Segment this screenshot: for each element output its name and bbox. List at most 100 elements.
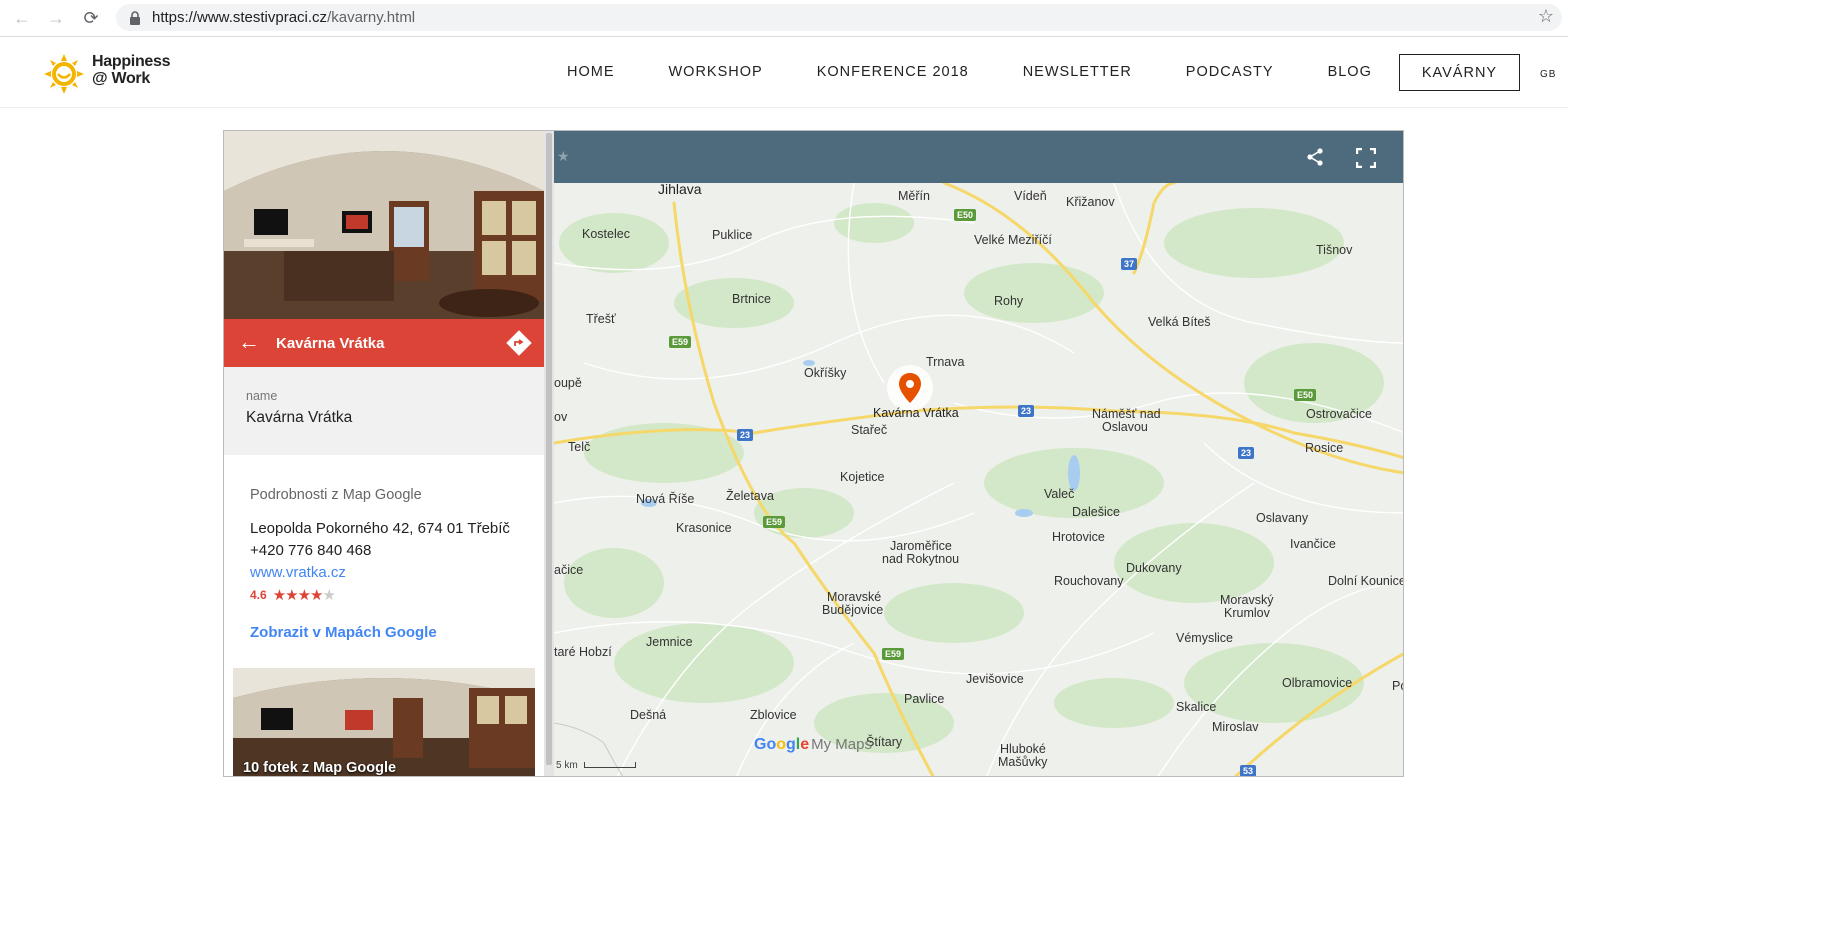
map-place-label: Měřín	[898, 189, 930, 203]
browser-toolbar: ← → ⟳ https://www.stestivpraci.cz/kavarn…	[0, 0, 1568, 37]
map-place-label: Miroslav	[1212, 720, 1259, 734]
place-photo[interactable]	[224, 131, 544, 319]
map-place-label: ov	[554, 410, 568, 424]
road-shield: E59	[669, 336, 692, 348]
address-text: Leopolda Pokorného 42, 674 01 Třebíč	[250, 520, 510, 537]
map-place-label: Želetava	[726, 489, 774, 503]
rating-row: 4.6 ★★★★★	[250, 586, 530, 604]
map-place-label: nad Rokytnou	[882, 552, 960, 566]
panel-scrollbar[interactable]	[544, 131, 554, 776]
map-place-label: Nová Říše	[636, 492, 695, 506]
map-place-label: Velké Meziříčí	[974, 233, 1052, 247]
nav-podcasty[interactable]: PODCASTY	[1159, 54, 1301, 91]
website-link[interactable]: www.vratka.cz	[250, 562, 530, 584]
map-place-label: Moravské	[827, 590, 882, 604]
location-pin-icon[interactable]	[897, 372, 923, 404]
address-bar[interactable]: https://www.stestivpraci.cz/kavarny.html…	[116, 4, 1562, 31]
directions-icon[interactable]	[506, 330, 532, 356]
map-place-label: Oslavany	[1256, 511, 1309, 525]
google-details: Podrobnosti z Map Google Leopolda Pokorn…	[250, 487, 530, 641]
map-place-label: Zblovice	[750, 708, 797, 722]
map-view[interactable]: ★ Jihlava Měřín Vídeň Křižanov Kostelec …	[554, 131, 1404, 776]
map-place-label: Jevišovice	[966, 672, 1024, 686]
road-shield: E50	[1294, 389, 1317, 401]
map-place-label: Tišnov	[1316, 243, 1353, 257]
map-tiles	[554, 183, 1403, 776]
nav-kavarny[interactable]: KAVÁRNY	[1398, 54, 1521, 91]
map-place-label: Dalešice	[1072, 505, 1120, 519]
map-place-label: Dešná	[630, 708, 667, 722]
sun-logo-icon[interactable]	[44, 54, 84, 94]
star-icon[interactable]: ★	[557, 148, 570, 165]
back-arrow-icon[interactable]: ←	[238, 329, 260, 355]
main-navigation: HOME WORKSHOP KONFERENCE 2018 NEWSLETTER…	[540, 54, 1521, 91]
name-value: Kavárna Vrátka	[246, 409, 353, 426]
url-host: https://www.stestivpraci.cz	[152, 9, 328, 26]
back-arrow-icon[interactable]: ←	[10, 6, 34, 30]
language-switch[interactable]: GB	[1540, 69, 1556, 80]
road-shield: E50	[954, 209, 977, 221]
view-in-google-maps-link[interactable]: Zobrazit v Mapách Google	[250, 624, 530, 641]
map-place-label: Křižanov	[1066, 195, 1115, 209]
nav-newsletter[interactable]: NEWSLETTER	[996, 54, 1159, 91]
nav-home[interactable]: HOME	[540, 54, 642, 91]
site-header: Happiness @ Work HOME WORKSHOP KONFERENC…	[0, 38, 1568, 108]
map-place-label: Telč	[568, 440, 591, 454]
map-place-label: Kostelec	[582, 227, 630, 241]
map-place-label: Náměšť nad	[1092, 407, 1161, 421]
reload-icon[interactable]: ⟳	[79, 6, 103, 30]
map-place-label: Třešť	[586, 312, 616, 326]
map-place-label: Kojetice	[840, 470, 885, 484]
map-place-label: Rouchovany	[1054, 574, 1124, 588]
map-place-label: Dolní Kounice	[1328, 574, 1404, 588]
map-place-label: Velká Bíteš	[1148, 315, 1211, 329]
photos-caption: 10 fotek z Map Google	[243, 760, 397, 776]
lock-icon	[130, 11, 140, 25]
logo-line-1: Happiness	[92, 53, 171, 70]
nav-konference[interactable]: KONFERENCE 2018	[790, 54, 996, 91]
map-place-label: taré Hobzí	[554, 645, 612, 659]
map-place-label: Valeč	[1044, 487, 1075, 501]
place-title: Kavárna Vrátka	[276, 335, 385, 352]
name-label: name	[246, 389, 278, 403]
url-path: /kavarny.html	[327, 9, 416, 26]
phone-text: +420 776 840 468	[250, 542, 372, 559]
map-place-label: Stařeč	[851, 423, 888, 437]
road-shield: 23	[737, 429, 754, 441]
map-place-label: Okříšky	[804, 366, 847, 380]
place-panel: ← Kavárna Vrátka name Kavárna Vrátka Pod…	[224, 131, 544, 776]
map-place-label: oupě	[554, 376, 582, 390]
road-shield: E59	[882, 648, 905, 660]
details-heading: Podrobnosti z Map Google	[250, 487, 422, 503]
map-place-label: Olbramovice	[1282, 676, 1353, 690]
map-place-label: Ivančice	[1290, 537, 1336, 551]
logo-letter-o: o	[776, 736, 786, 753]
map-place-label: Moravský	[1220, 593, 1274, 607]
map-place-label: Pavlice	[904, 692, 945, 706]
map-place-label: Rosice	[1305, 441, 1344, 455]
name-field: name Kavárna Vrátka	[224, 367, 544, 455]
logo-letter-g: g	[786, 736, 796, 753]
nav-workshop[interactable]: WORKSHOP	[642, 54, 790, 91]
marker-label: Kavárna Vrátka	[873, 406, 959, 420]
map-place-label: Krasonice	[676, 521, 732, 535]
map-place-label: Jaroměřice	[890, 539, 952, 553]
scale-label: 5 km	[556, 760, 578, 771]
map-place-label: Krumlov	[1224, 606, 1270, 620]
road-shield: 23	[1238, 447, 1255, 459]
url-text[interactable]: https://www.stestivpraci.cz/kavarny.html	[152, 9, 415, 26]
bookmark-star-icon[interactable]: ☆	[1538, 6, 1554, 27]
nav-blog[interactable]: BLOG	[1301, 54, 1399, 91]
forward-arrow-icon[interactable]: →	[44, 6, 68, 30]
map-place-label: Pol	[1392, 679, 1403, 693]
site-logo-text[interactable]: Happiness @ Work	[92, 53, 171, 87]
scrollbar-thumb[interactable]	[546, 133, 552, 765]
photos-thumbnail[interactable]: 10 fotek z Map Google	[233, 668, 535, 776]
place-title-bar: ← Kavárna Vrátka	[224, 319, 544, 367]
map-place-label: Dukovany	[1126, 561, 1182, 575]
share-icon[interactable]	[1306, 148, 1324, 166]
map-place-label: Oslavou	[1102, 420, 1148, 434]
map-place-label: Hrotovice	[1052, 530, 1105, 544]
map-place-label: Ostrovačice	[1306, 407, 1372, 421]
fullscreen-icon[interactable]	[1356, 148, 1376, 168]
